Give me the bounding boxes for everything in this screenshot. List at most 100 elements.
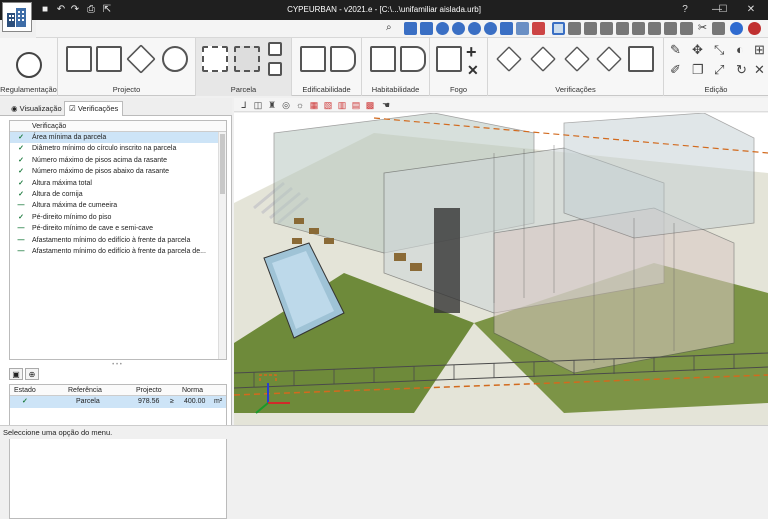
floor-plan-icon[interactable] [370,46,396,72]
window-icon[interactable] [552,22,565,35]
list-item[interactable]: ✓ Número máximo de pisos acima da rasante [10,155,226,166]
zoom-icon[interactable] [436,22,449,35]
zoom-out-icon[interactable] [484,22,497,35]
eraser-icon[interactable]: ✐ [670,62,681,78]
snap-icon[interactable] [600,22,613,35]
list-item[interactable]: ✓ Área mínima da parcela [10,132,226,144]
document-pin-icon[interactable] [66,46,92,72]
copy-icon[interactable]: ❐ [692,62,704,78]
zoom-window-icon[interactable] [452,22,465,35]
target-icon[interactable] [162,46,188,72]
list-item[interactable]: ✓ Altura de cornija [10,189,226,200]
remove-icon[interactable]: ✕ [467,62,479,79]
verify-plane-icon[interactable] [496,46,522,72]
options-icon[interactable] [680,22,693,35]
check-icon: ✓ [18,179,24,187]
list-item[interactable]: ✓ Número máximo de pisos abaixo da rasant… [10,166,226,177]
arrow-right-icon[interactable] [330,46,356,72]
list-item[interactable]: — Afastamento mínimo do edifício à frente… [10,235,226,246]
check-icon: ✓ [18,168,24,176]
zoom-extents-icon[interactable] [500,22,513,35]
dash-icon: — [17,225,25,233]
delete-icon[interactable]: ✕ [754,62,765,78]
building-edit-icon[interactable] [300,46,326,72]
table-row[interactable]: ✓ Parcela 978.56 ≥ 400.00 m² [10,396,226,408]
pencil-icon[interactable]: ✎ [670,42,681,58]
attach-icon[interactable] [712,22,725,35]
scrollbar-thumb[interactable] [220,134,225,194]
tab-verificacoes[interactable]: ☑ Verificações [64,101,124,116]
row-unit: m² [214,398,223,405]
axis-icon[interactable]: ⅃ [238,99,250,111]
verify-volume-icon[interactable] [530,46,556,72]
splitter-handle[interactable]: • • • [110,362,124,368]
list-item[interactable]: — Pé-direito mínimo de cave e semi-cave [10,223,226,234]
hand-icon[interactable]: ☚ [380,99,392,111]
verification-list-header: Verificação [10,121,226,132]
help-circle-icon[interactable] [748,22,761,35]
image-view-icon[interactable]: ▣ [9,368,23,380]
stretch-icon[interactable]: ⤡ [714,42,724,58]
grid-edit-icon[interactable]: ⊞ [754,42,765,58]
move-icon[interactable]: ✥ [692,42,703,58]
parcel-outline-icon[interactable] [202,46,228,72]
previous-view-icon[interactable] [516,22,529,35]
verification-label: Altura máxima total [32,179,92,187]
house-fire-icon[interactable] [436,46,462,72]
verify-report-icon[interactable] [628,46,654,72]
section-icon[interactable]: ▧ [322,99,334,111]
list-scrollbar[interactable] [218,132,226,359]
globe-icon[interactable] [730,22,743,35]
layer-red-icon[interactable]: ▦ [308,99,320,111]
regulations-gear-icon[interactable] [16,52,42,78]
result-table: Estado Referência Projecto Norma ✓ Parce… [9,384,227,519]
app-logo-icon[interactable] [2,2,32,32]
rotate-icon[interactable]: ↻ [736,62,747,78]
magnet-icon[interactable] [532,22,545,35]
render-icon[interactable] [664,22,677,35]
building-list-icon[interactable] [96,46,122,72]
target-view-icon[interactable]: ⊕ [25,368,39,380]
verification-label: Altura máxima de cumeeira [32,202,118,210]
list-item[interactable]: ✓ Altura máxima total [10,178,226,189]
scale-icon[interactable]: ⤢ [714,62,724,78]
elevation-icon[interactable]: ▤ [350,99,362,111]
list-item[interactable]: — Altura máxima de cumeeira [10,200,226,211]
tools-icon[interactable]: ✂ [696,22,709,35]
close-button[interactable]: ✕ [734,0,768,20]
light-icon[interactable]: ☼ [294,99,306,111]
arrow-right-habit-icon[interactable] [400,46,426,72]
camera-icon[interactable]: ◎ [280,99,292,111]
verify-height-icon[interactable] [596,46,622,72]
plan-icon[interactable]: ▥ [336,99,348,111]
grid-icon[interactable] [584,22,597,35]
list-item[interactable]: — Afastamento mínimo do edifício à frente… [10,246,226,257]
help-icon[interactable]: ? [668,0,702,20]
layers-project-icon[interactable] [126,44,156,74]
list-item[interactable]: ✓ Diâmetro mínimo do círculo inscrito na … [10,143,226,154]
binoculars-icon[interactable]: ⌕ [386,22,399,35]
ribbon-group-edicao: ✎ ✥ ⤡ ◐ ⊞ ✐ ❐ ⤢ ↻ ✕ Edição [664,38,768,96]
render-mode-icon[interactable]: ▩ [364,99,376,111]
pan-icon[interactable] [420,22,433,35]
dimension-icon[interactable] [632,22,645,35]
add-icon[interactable]: + [466,42,477,63]
ribbon-group-habitabilidade: Habitabilidade [362,38,430,96]
3d-viewport[interactable] [234,113,768,425]
parcel-cube-icon[interactable] [268,42,282,56]
layers-icon[interactable] [568,22,581,35]
row-project: 978.56 [138,398,160,405]
tiles-icon[interactable] [616,22,629,35]
verify-roof-icon[interactable] [564,46,590,72]
cube-view-icon[interactable]: ◫ [252,99,264,111]
mirror-icon[interactable]: ◐ [736,42,744,57]
display-icon[interactable] [648,22,661,35]
parcel-fill-icon[interactable] [234,46,260,72]
verification-label: Pé-direito mínimo de cave e semi-cave [32,225,153,233]
tab-visualizacao[interactable]: ◉ Visualização [6,101,67,116]
parcel-cube-alt-icon[interactable] [268,62,282,76]
list-item[interactable]: ✓ Pé-direito mínimo do piso [10,212,226,223]
zoom-in-icon[interactable] [468,22,481,35]
walk-icon[interactable]: ♜ [266,99,278,111]
rotate-view-icon[interactable] [404,22,417,35]
